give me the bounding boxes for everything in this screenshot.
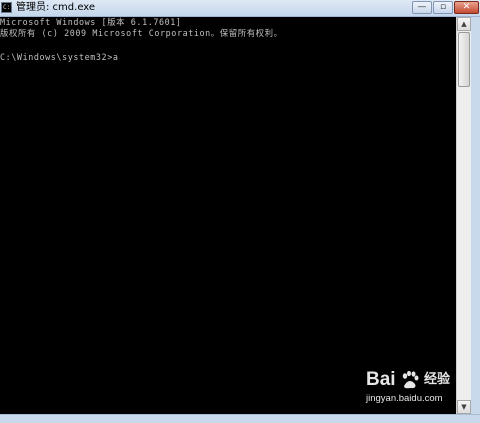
scrollbar-thumb[interactable] — [458, 32, 470, 87]
minimize-button[interactable]: — — [412, 1, 432, 14]
window-title: 管理员: cmd.exe — [16, 2, 96, 13]
watermark-url: jingyan.baidu.com — [366, 393, 443, 404]
maximize-button[interactable]: ▫ — [433, 1, 453, 14]
console-output[interactable]: Microsoft Windows [版本 6.1.7601] 版权所有 (c)… — [0, 17, 456, 414]
watermark-brand: Bai — [366, 369, 396, 390]
console-prompt-line[interactable]: C:\Windows\system32>a — [0, 52, 119, 63]
console-line-copyright: 版权所有 (c) 2009 Microsoft Corporation。保留所有… — [0, 28, 283, 38]
baidu-paw-icon — [402, 370, 419, 389]
cmd-window: C:\ 管理员: cmd.exe — ▫ ✕ Microsoft Windows… — [0, 0, 480, 423]
cmd-app-icon[interactable]: C:\ — [1, 2, 12, 13]
scroll-up-arrow-icon[interactable]: ▲ — [457, 17, 471, 31]
console-line-version: Microsoft Windows [版本 6.1.7601] — [0, 17, 182, 27]
window-bottom-frame — [0, 414, 480, 423]
title-bar[interactable]: C:\ 管理员: cmd.exe — ▫ ✕ — [0, 0, 480, 17]
vertical-scrollbar[interactable]: ▲ ▼ — [456, 17, 471, 414]
baidu-jingyan-watermark: Bai 经验 jingyan.baidu.com — [366, 368, 466, 412]
window-right-frame — [471, 17, 480, 423]
watermark-jingyan-text: 经验 — [424, 372, 451, 387]
close-button[interactable]: ✕ — [454, 1, 479, 14]
